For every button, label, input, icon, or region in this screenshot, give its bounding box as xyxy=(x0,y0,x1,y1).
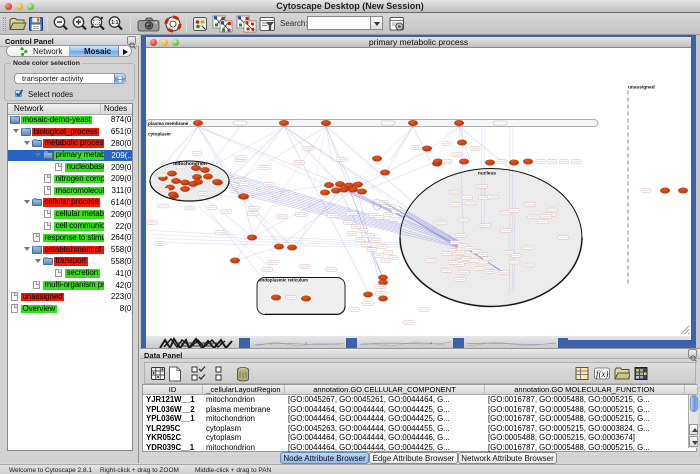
svg-text:1:1: 1:1 xyxy=(111,20,118,26)
svg-text:unassigned: unassigned xyxy=(628,85,655,91)
svg-text:f(x): f(x) xyxy=(596,369,609,379)
svg-text:cytoplasm: cytoplasm xyxy=(148,132,171,137)
svg-text:plasma membrane: plasma membrane xyxy=(148,121,189,126)
svg-text:mitochondrion: mitochondrion xyxy=(173,161,207,167)
svg-text:nucleus: nucleus xyxy=(478,171,496,177)
svg-text:endoplasmic reticulum: endoplasmic reticulum xyxy=(259,278,308,283)
